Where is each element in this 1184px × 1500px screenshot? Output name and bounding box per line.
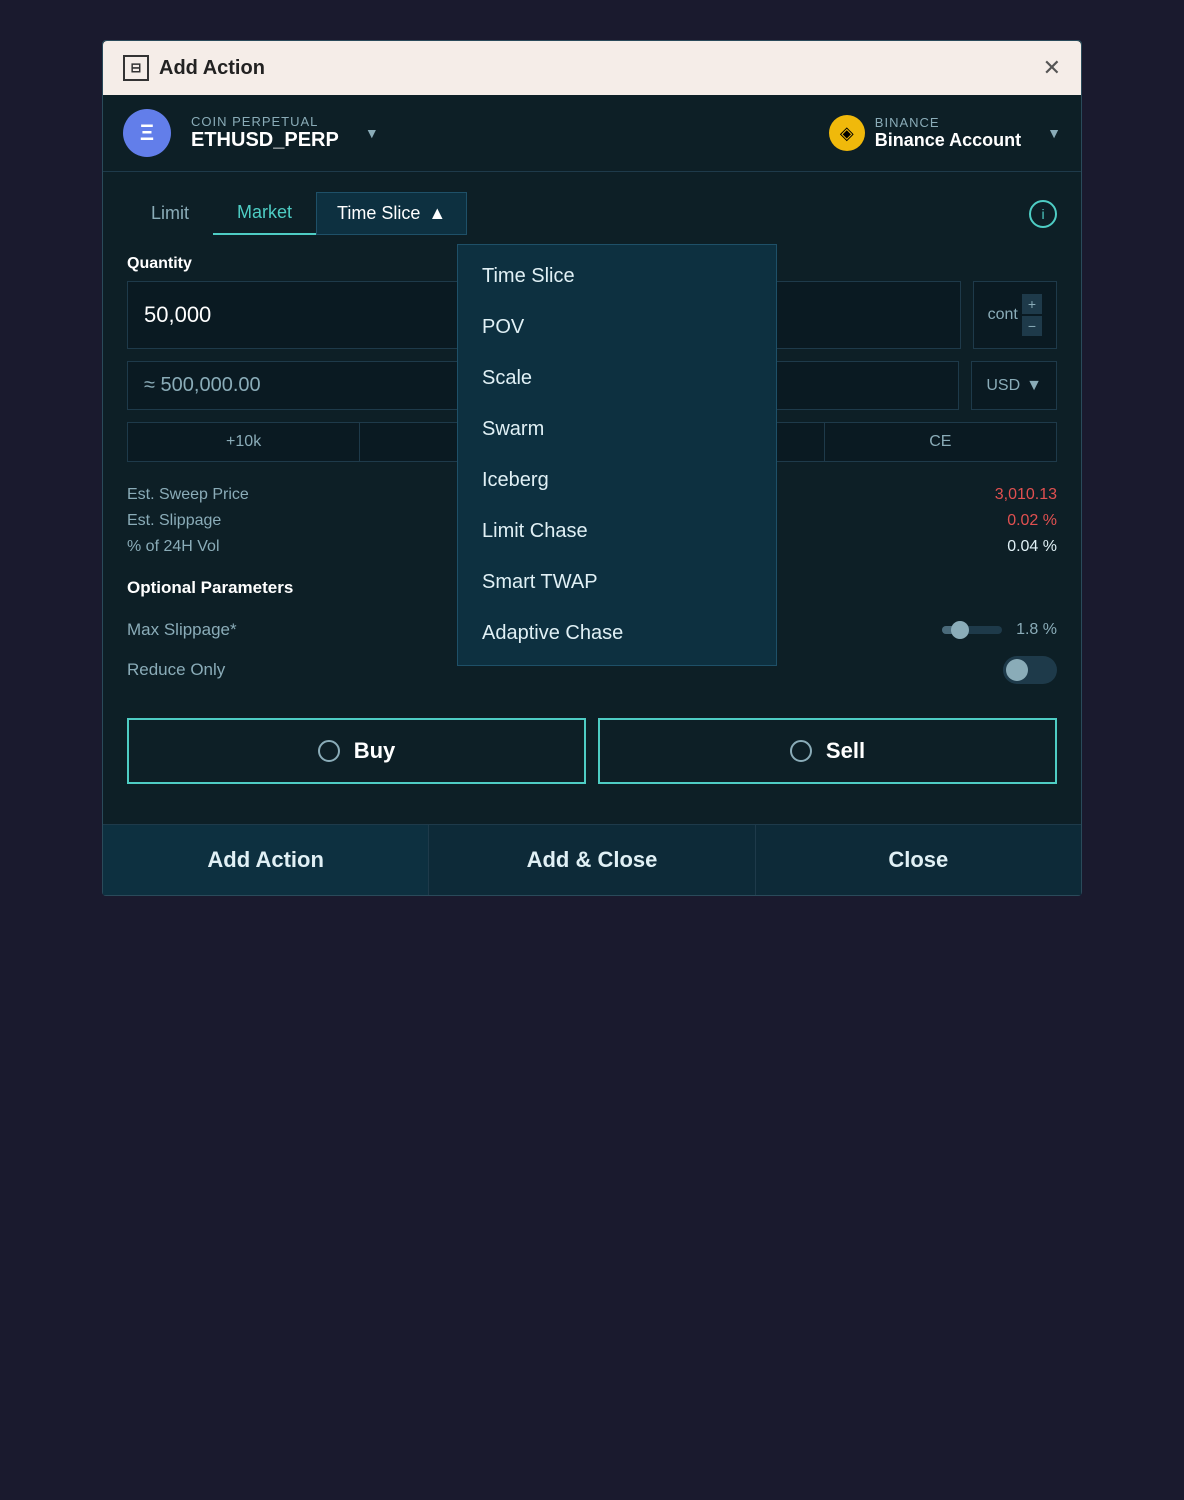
binance-icon: ◈ — [829, 115, 865, 151]
reduce-only-control — [1003, 656, 1057, 684]
dropdown-item-iceberg[interactable]: Iceberg — [458, 455, 776, 506]
exchange-details: BINANCE Binance Account — [875, 115, 1021, 151]
exchange-dropdown-arrow[interactable]: ▼ — [1047, 125, 1061, 141]
add-close-button[interactable]: Add & Close — [429, 825, 755, 895]
reduce-only-toggle[interactable] — [1003, 656, 1057, 684]
slippage-control: 1.8 % — [942, 621, 1057, 639]
close-button[interactable]: ✕ — [1043, 57, 1061, 79]
info-icon[interactable]: i — [1029, 200, 1057, 228]
slider-visual — [942, 626, 1002, 634]
coin-label: COIN PERPETUAL — [191, 114, 339, 129]
title-bar: ⊟ Add Action ✕ — [103, 41, 1081, 95]
est-label-2: % of 24H Vol — [127, 538, 220, 556]
unit-box: cont + − — [973, 281, 1057, 349]
dropdown-item-timeslice[interactable]: Time Slice — [458, 251, 776, 302]
buy-sell-row: Buy Sell — [127, 718, 1057, 784]
coin-info: COIN PERPETUAL ETHUSD_PERP — [191, 114, 339, 152]
est-label-1: Est. Slippage — [127, 512, 221, 530]
quick-btn-10k[interactable]: +10k — [127, 422, 360, 462]
coin-header: Ξ COIN PERPETUAL ETHUSD_PERP ▼ ◈ BINANCE… — [103, 95, 1081, 172]
exchange-info: ◈ BINANCE Binance Account — [829, 115, 1021, 151]
est-label-0: Est. Sweep Price — [127, 486, 249, 504]
quantity-minus-btn[interactable]: − — [1022, 316, 1042, 336]
est-value-0: 3,010.13 — [995, 486, 1057, 504]
dropdown-item-pov[interactable]: POV — [458, 302, 776, 353]
sell-radio — [790, 740, 812, 762]
reduce-only-label: Reduce Only — [127, 660, 225, 680]
title-bar-left: ⊟ Add Action — [123, 55, 265, 81]
main-content: Limit Market Time Slice ▲ i Time Slice P… — [103, 172, 1081, 824]
slippage-slider[interactable] — [942, 626, 1002, 634]
modal-title: Add Action — [159, 57, 265, 80]
plus-minus-controls: + − — [1022, 294, 1042, 336]
coin-dropdown-arrow[interactable]: ▼ — [365, 125, 379, 141]
quantity-plus-btn[interactable]: + — [1022, 294, 1042, 314]
modal-icon: ⊟ — [123, 55, 149, 81]
slider-knob — [951, 621, 969, 639]
dropdown-menu: Time Slice POV Scale Swarm Iceberg Limit… — [457, 244, 777, 666]
dropdown-item-adaptivechase[interactable]: Adaptive Chase — [458, 608, 776, 659]
dropdown-item-smarttwap[interactable]: Smart TWAP — [458, 557, 776, 608]
buy-radio — [318, 740, 340, 762]
tab-timeslice[interactable]: Time Slice ▲ — [316, 192, 467, 235]
quick-btn-ce[interactable]: CE — [825, 422, 1057, 462]
coin-name: ETHUSD_PERP — [191, 129, 339, 152]
add-action-button[interactable]: Add Action — [103, 825, 429, 895]
toggle-knob — [1006, 659, 1028, 681]
est-value-2: 0.04 % — [1007, 538, 1057, 556]
exchange-name: Binance Account — [875, 130, 1021, 151]
est-value-1: 0.02 % — [1007, 512, 1057, 530]
modal-container: ⊟ Add Action ✕ Ξ COIN PERPETUAL ETHUSD_P… — [102, 40, 1082, 896]
tab-market[interactable]: Market — [213, 192, 316, 235]
exchange-label: BINANCE — [875, 115, 1021, 130]
action-bar: Add Action Add & Close Close — [103, 824, 1081, 895]
buy-button[interactable]: Buy — [127, 718, 586, 784]
sell-button[interactable]: Sell — [598, 718, 1057, 784]
dropdown-item-scale[interactable]: Scale — [458, 353, 776, 404]
tabs-row: Limit Market Time Slice ▲ i Time Slice P… — [127, 192, 1057, 235]
slippage-value: 1.8 % — [1016, 621, 1057, 639]
currency-box[interactable]: USD ▼ — [971, 361, 1057, 410]
dropdown-item-limitchase[interactable]: Limit Chase — [458, 506, 776, 557]
close-action-button[interactable]: Close — [756, 825, 1081, 895]
tab-limit[interactable]: Limit — [127, 193, 213, 234]
dropdown-item-swarm[interactable]: Swarm — [458, 404, 776, 455]
coin-icon: Ξ — [123, 109, 171, 157]
max-slippage-label: Max Slippage* — [127, 620, 237, 640]
